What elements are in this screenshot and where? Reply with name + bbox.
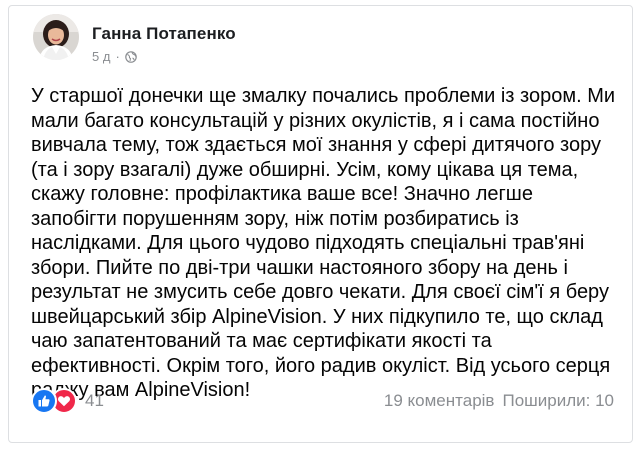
post-header: Ганна Потапенко 5 д · xyxy=(33,14,236,64)
post-timestamp[interactable]: 5 д xyxy=(92,49,110,64)
separator-dot: · xyxy=(115,49,120,64)
globe-icon[interactable] xyxy=(124,50,137,63)
reactions-summary[interactable]: 41 xyxy=(31,388,104,414)
reactions-count: 41 xyxy=(85,391,104,410)
comments-count-link[interactable]: 19 коментарів xyxy=(384,391,495,411)
author-name[interactable]: Ганна Потапенко xyxy=(92,24,236,44)
shares-count-link[interactable]: Поширили: 10 xyxy=(502,391,614,411)
post-footer: 41 19 коментарів Поширили: 10 xyxy=(31,388,614,414)
post-stats: 19 коментарів Поширили: 10 xyxy=(384,391,614,411)
post-text: У старшої донечки ще змалку почались про… xyxy=(31,85,616,401)
like-icon xyxy=(31,388,57,414)
post-card: Ганна Потапенко 5 д · У старшої донечки … xyxy=(8,5,633,443)
post-subline: 5 д · xyxy=(92,49,236,64)
avatar[interactable] xyxy=(33,14,79,60)
post-meta: Ганна Потапенко 5 д · xyxy=(92,24,236,64)
